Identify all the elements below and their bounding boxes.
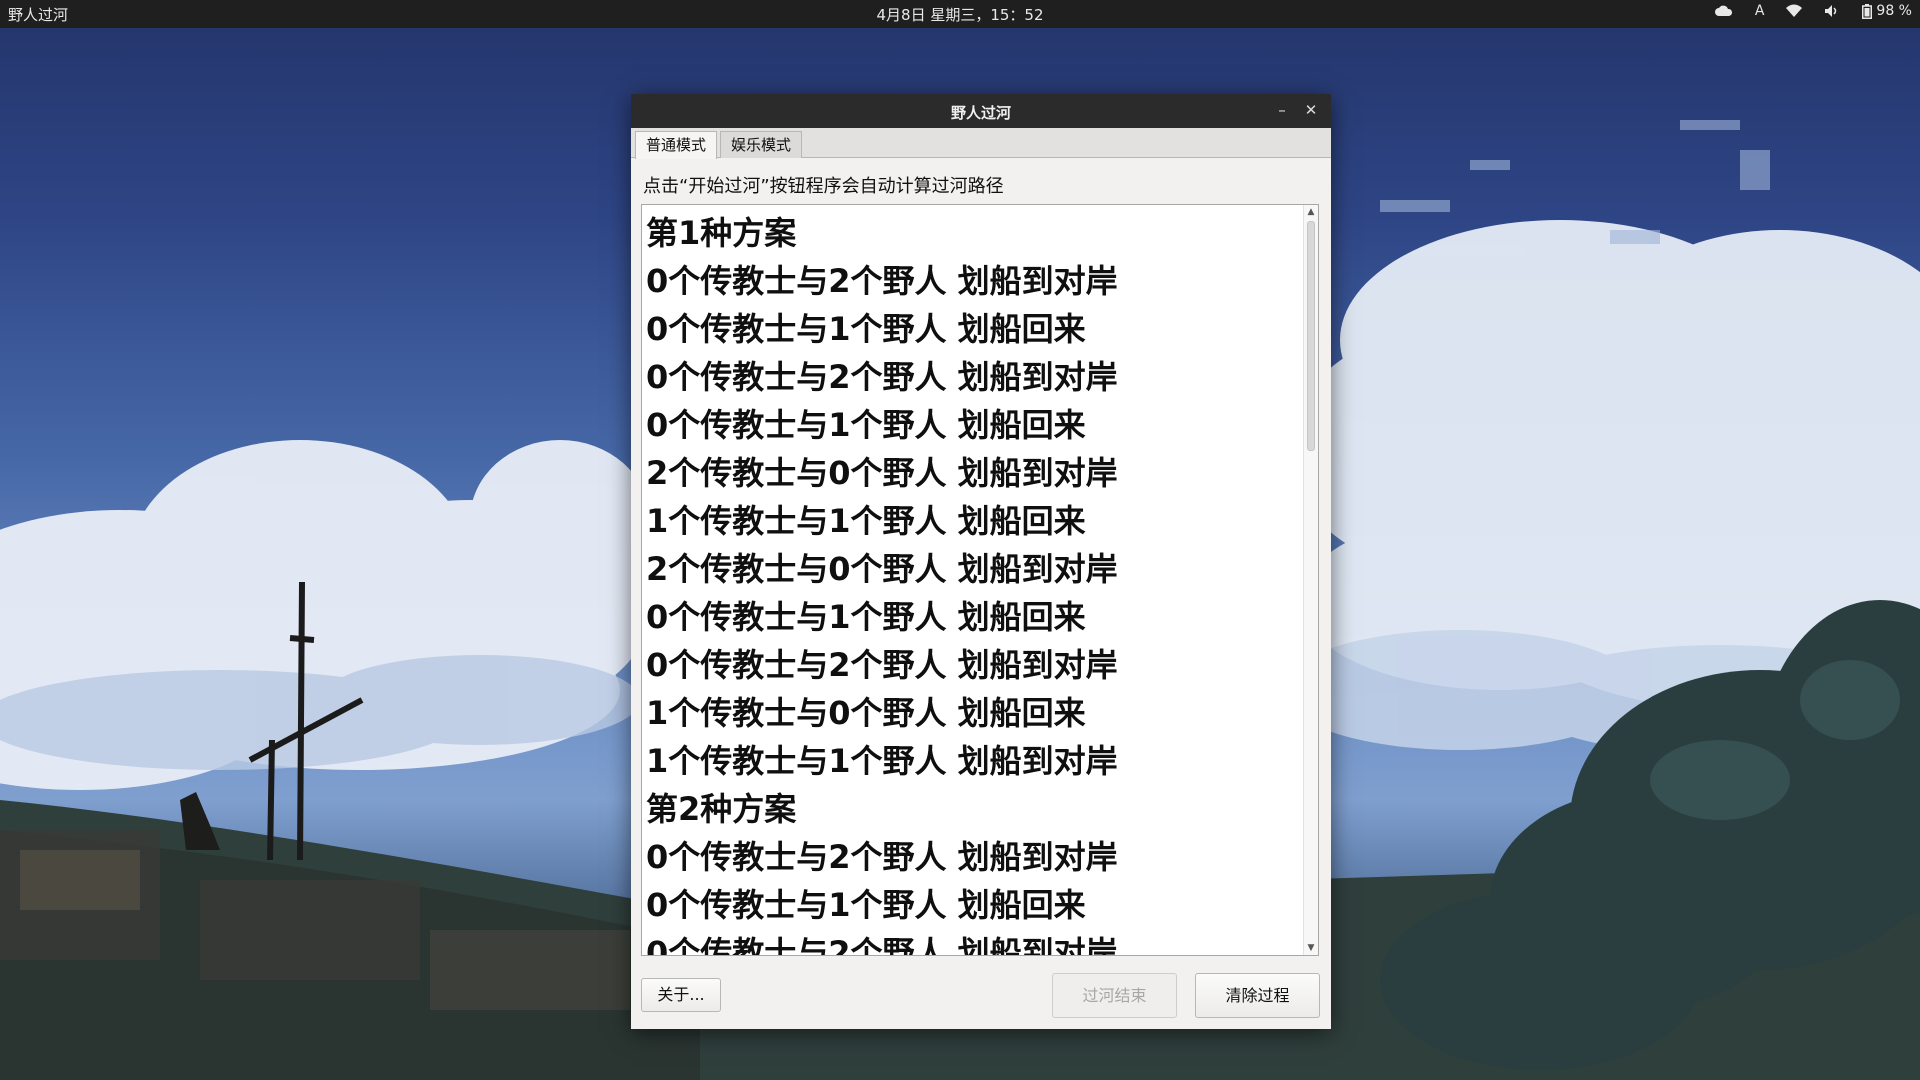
- instruction-text: 点击“开始过河”按钮程序会自动计算过河路径: [643, 176, 1004, 197]
- close-button[interactable]: ✕: [1300, 99, 1322, 121]
- app-window: 野人过河 – ✕ 普通模式 娱乐模式 点击“开始过河”按钮程序会自动计算过河路径…: [631, 94, 1331, 1029]
- solution-line: 2个传教士与0个野人 划船到对岸: [646, 550, 1118, 588]
- battery-status[interactable]: 98 %: [1862, 3, 1912, 19]
- wifi-icon[interactable]: [1786, 4, 1803, 18]
- solution-output-textarea[interactable]: 第1种方案 0个传教士与2个野人 划船到对岸 0个传教士与1个野人 划船回来 0个传教…: [641, 204, 1319, 956]
- solution-line: 1个传教士与1个野人 划船到对岸: [646, 742, 1118, 780]
- clear-process-button[interactable]: 清除过程: [1195, 973, 1320, 1018]
- battery-icon: [1862, 3, 1873, 19]
- tab-normal-mode[interactable]: 普通模式: [635, 131, 718, 159]
- volume-icon[interactable]: [1824, 4, 1840, 18]
- solution-line: 0个传教士与1个野人 划船回来: [646, 310, 1086, 348]
- solution-line: 0个传教士与2个野人 划船到对岸: [646, 358, 1118, 396]
- solution-line: 0个传教士与1个野人 划船回来: [646, 598, 1086, 636]
- solution-line: 1个传教士与0个野人 划船回来: [646, 694, 1086, 732]
- system-tray: A 98 %: [1714, 3, 1912, 19]
- battery-percent: 98 %: [1876, 3, 1912, 19]
- solution-line: 第2种方案: [646, 790, 797, 828]
- vertical-scrollbar[interactable]: ▲ ▼: [1303, 205, 1318, 955]
- about-button[interactable]: 关于...: [641, 978, 721, 1012]
- top-panel: 野人过河 4月8日 星期三，15：52 A 98 %: [0, 0, 1920, 28]
- solution-line: 0个传教士与1个野人 划船回来: [646, 406, 1086, 444]
- scrollbar-thumb[interactable]: [1307, 221, 1315, 451]
- solution-line: 0个传教士与1个野人 划船回来: [646, 886, 1086, 924]
- scroll-down-icon[interactable]: ▼: [1304, 941, 1318, 955]
- input-method-indicator[interactable]: A: [1755, 3, 1765, 19]
- solution-line: 1个传教士与1个野人 划船回来: [646, 502, 1086, 540]
- solution-line: 第1种方案: [646, 214, 797, 252]
- solution-line: 0个传教士与2个野人 划船到对岸: [646, 838, 1118, 876]
- solution-line: 0个传教士与2个野人 划船到对岸: [646, 262, 1118, 300]
- scroll-up-icon[interactable]: ▲: [1304, 205, 1318, 219]
- clock[interactable]: 4月8日 星期三，15：52: [0, 4, 1920, 25]
- solution-line: 0个传教士与2个野人 划船到对岸: [646, 646, 1118, 684]
- window-title: 野人过河: [950, 104, 1011, 122]
- finish-crossing-button[interactable]: 过河结束: [1052, 973, 1177, 1018]
- solution-line: 2个传教士与0个野人 划船到对岸: [646, 454, 1118, 492]
- solution-lines: 第1种方案 0个传教士与2个野人 划船到对岸 0个传教士与1个野人 划船回来 0个传教…: [646, 209, 1286, 956]
- cloud-icon[interactable]: [1714, 4, 1733, 18]
- solution-line: 0个传教士与2个野人 划船到对岸: [646, 934, 1118, 956]
- window-titlebar[interactable]: 野人过河 – ✕: [631, 94, 1331, 128]
- mode-tabs: 普通模式 娱乐模式: [631, 128, 1331, 159]
- tab-fun-mode[interactable]: 娱乐模式: [720, 131, 803, 158]
- minimize-button[interactable]: –: [1271, 99, 1293, 121]
